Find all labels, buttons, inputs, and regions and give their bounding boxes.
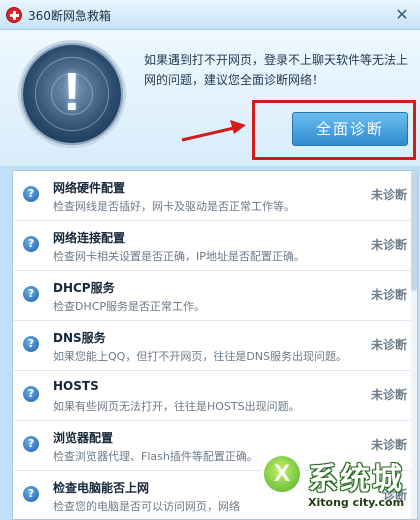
close-button[interactable]: ✕	[392, 5, 412, 25]
full-diagnosis-button[interactable]: 全面诊断	[292, 112, 408, 146]
question-icon: ?	[23, 286, 39, 302]
question-icon: ?	[23, 186, 39, 202]
scrollbar[interactable]	[411, 171, 417, 519]
question-icon: ?	[23, 336, 39, 352]
item-title: 浏览器配置	[53, 431, 114, 445]
item-desc: 检查您的电脑是否可以访问网页，网络	[53, 500, 240, 513]
item-title: HOSTS	[53, 379, 99, 393]
list-item-hardware[interactable]: ? 网络硬件配置 检查网线是否插好，网卡及驱动是否正常工作等。 未诊断	[13, 171, 417, 221]
item-desc: 检查浏览器代理、Flash插件等配置正确。	[53, 450, 258, 463]
item-status: 未诊断	[370, 188, 407, 202]
item-desc: 如果您能上QQ，但打不开网页，往往是DNS服务出现问题。	[53, 350, 347, 363]
item-desc: 如果有些网页无法打开，往往是HOSTS出现问题。	[53, 400, 300, 413]
window-title: 360断网急救箱	[28, 9, 111, 23]
question-icon: ?	[23, 386, 39, 402]
item-title: 检查电脑能否上网	[53, 481, 150, 495]
item-desc: 检查网线是否插好，网卡及驱动是否正常工作等。	[53, 200, 295, 213]
list-item-internet[interactable]: ? 检查电脑能否上网 检查您的电脑是否可以访问网页，网络 诊断	[13, 471, 417, 519]
list-item-connection[interactable]: ? 网络连接配置 检查网卡相关设置是否正确，IP地址是否配置正确。 未诊断	[13, 221, 417, 271]
item-status: 未诊断	[370, 338, 407, 352]
scroll-thumb[interactable]	[411, 171, 417, 291]
question-icon: ?	[23, 236, 39, 252]
item-status: 未诊断	[370, 438, 407, 452]
question-icon: ?	[23, 436, 39, 452]
item-status: 未诊断	[370, 388, 407, 402]
header-panel: ! 如果遇到打不开网页，登录不上聊天软件等无法上网的问题，建议您全面诊断网络！ …	[0, 30, 420, 166]
item-desc: 检查DHCP服务是否正常工作。	[53, 300, 206, 313]
item-title: 网络连接配置	[53, 231, 126, 245]
radar-warning-icon: !	[18, 40, 126, 148]
item-status: 诊断	[382, 488, 407, 502]
title-bar: 360断网急救箱 ✕	[0, 0, 420, 30]
item-status: 未诊断	[370, 238, 407, 252]
hint-text: 如果遇到打不开网页，登录不上聊天软件等无法上网的问题，建议您全面诊断网络！	[144, 53, 409, 87]
diagnosis-list: ? 网络硬件配置 检查网线是否插好，网卡及驱动是否正常工作等。 未诊断 ? 网络…	[12, 170, 418, 520]
exclamation-icon: !	[63, 62, 81, 122]
red-arrow-annotation	[181, 120, 246, 142]
item-title: 网络硬件配置	[53, 181, 126, 195]
list-item-browser[interactable]: ? 浏览器配置 检查浏览器代理、Flash插件等配置正确。 未诊断	[13, 421, 417, 471]
app-logo-icon	[6, 7, 22, 23]
item-title: DHCP服务	[53, 281, 115, 295]
question-icon: ?	[23, 486, 39, 502]
list-item-dns[interactable]: ? DNS服务 如果您能上QQ，但打不开网页，往往是DNS服务出现问题。 未诊断	[13, 321, 417, 371]
item-status: 未诊断	[370, 288, 407, 302]
item-title: DNS服务	[53, 331, 106, 345]
list-item-hosts[interactable]: ? HOSTS 如果有些网页无法打开，往往是HOSTS出现问题。 未诊断	[13, 371, 417, 421]
list-item-dhcp[interactable]: ? DHCP服务 检查DHCP服务是否正常工作。 未诊断	[13, 271, 417, 321]
item-desc: 检查网卡相关设置是否正确，IP地址是否配置正确。	[53, 250, 305, 263]
